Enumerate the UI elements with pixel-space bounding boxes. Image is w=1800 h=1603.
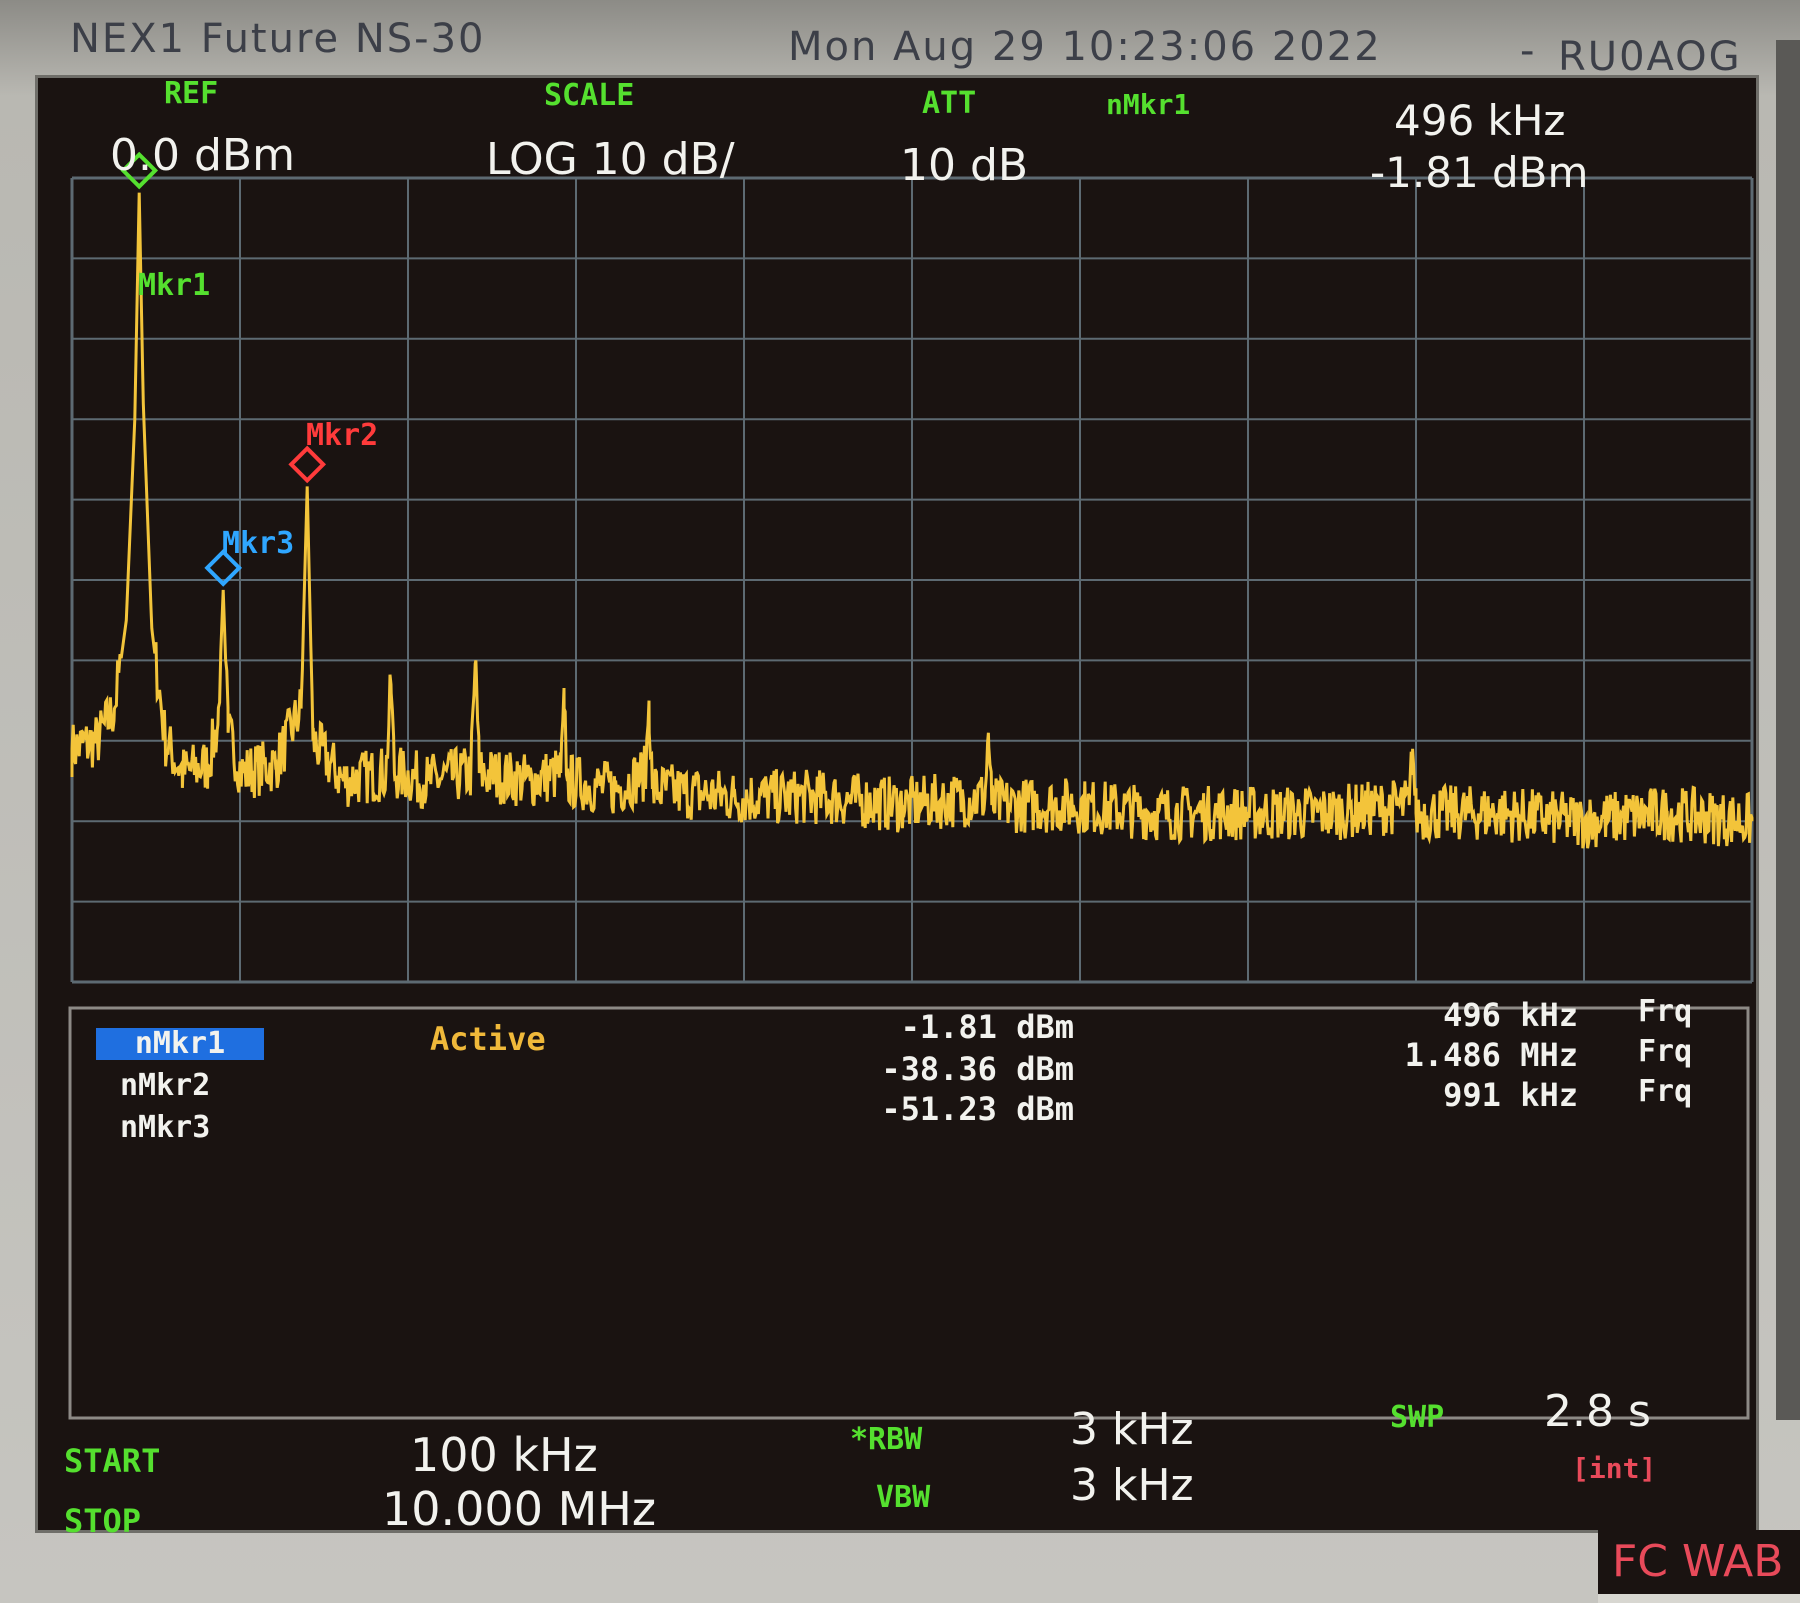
marker-row-2-level: -38.36 dBm <box>881 1050 1074 1088</box>
marker-row-2-name[interactable]: nMkr2 <box>120 1068 210 1103</box>
title-bar: NEX1 Future NS-30 Mon Aug 29 10:23:06 20… <box>40 0 1780 80</box>
stop-value[interactable]: 10.000 MHz <box>382 1482 656 1536</box>
marker-row-3-name[interactable]: nMkr3 <box>120 1110 210 1145</box>
callsign: RU0AOG <box>1558 34 1742 80</box>
trace-marker-label-2: Mkr2 <box>306 418 379 453</box>
marker-row-1-level: -1.81 dBm <box>900 1008 1074 1046</box>
att-value[interactable]: 10 dB <box>900 140 1028 191</box>
title-separator: - <box>1520 28 1537 74</box>
analyzer-screen: REF 0.0 dBm SCALE LOG 10 dB/ ATT 10 dB n… <box>38 76 1756 1540</box>
trace-marker-label-3: Mkr3 <box>222 526 295 561</box>
swp-mode: [int] <box>1572 1452 1657 1485</box>
marker-row-3-type: Frq <box>1638 1074 1693 1109</box>
bottom-bezel: FC WAB <box>1598 1530 1800 1603</box>
ref-value[interactable]: 0.0 dBm <box>110 130 295 181</box>
start-label: START <box>64 1442 161 1480</box>
active-marker-label: nMkr1 <box>1106 88 1191 121</box>
rbw-value[interactable]: 3 kHz <box>1070 1404 1194 1455</box>
scale-value[interactable]: LOG 10 dB/ <box>486 134 735 185</box>
rbw-label: *RBW <box>850 1422 923 1457</box>
marker-layer <box>120 151 327 587</box>
marker-row-1-name[interactable]: nMkr1 <box>96 1028 264 1060</box>
ref-label: REF <box>164 76 219 111</box>
att-label: ATT <box>922 86 977 121</box>
swp-label: SWP <box>1390 1400 1445 1435</box>
marker-row-1-freq: 496 kHz <box>1443 996 1578 1034</box>
swp-value[interactable]: 2.8 s <box>1544 1386 1651 1437</box>
scale-label: SCALE <box>544 78 635 113</box>
app-title: NEX1 Future NS-30 <box>70 16 486 62</box>
marker-row-2-type: Frq <box>1638 1034 1693 1069</box>
vbw-value[interactable]: 3 kHz <box>1070 1460 1194 1511</box>
side-softkey-strip <box>1776 40 1800 1420</box>
fc-badge: FC WAB <box>1598 1530 1800 1594</box>
active-marker-level: -1.81 dBm <box>1370 148 1589 197</box>
active-marker-freq: 496 kHz <box>1394 96 1566 145</box>
trace-marker-label-1: Mkr1 <box>138 268 211 303</box>
marker-diamond-2[interactable] <box>288 445 327 484</box>
datetime: Mon Aug 29 10:23:06 2022 <box>788 24 1382 70</box>
start-value[interactable]: 100 kHz <box>410 1428 598 1482</box>
marker-row-2-freq: 1.486 MHz <box>1404 1036 1578 1074</box>
marker-row-1-type: Frq <box>1638 994 1693 1029</box>
stop-label: STOP <box>64 1502 142 1540</box>
marker-row-3-freq: 991 kHz <box>1443 1076 1578 1114</box>
marker-status: Active <box>430 1020 546 1058</box>
spectrum-plot <box>68 151 1754 1420</box>
plot-grid <box>70 176 1754 984</box>
marker-row-3-level: -51.23 dBm <box>881 1090 1074 1128</box>
vbw-label: VBW <box>876 1480 931 1515</box>
